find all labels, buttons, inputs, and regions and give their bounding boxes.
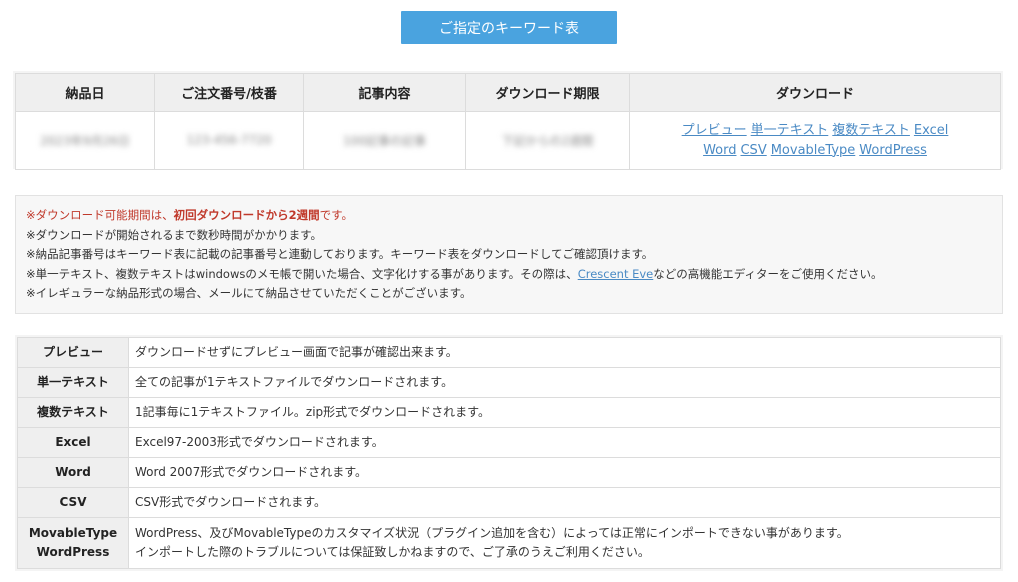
note-text: ※単一テキスト、複数テキストはwindowsのメモ帳で開いた場合、文字化けする事… <box>26 266 578 281</box>
article-content: 100記事の記事 <box>343 134 426 148</box>
format-name-csv: CSV <box>17 487 129 518</box>
format-name-movabletype: MovableType <box>28 526 118 540</box>
download-link-excel[interactable]: Excel <box>914 123 948 138</box>
download-link-wordpress[interactable]: WordPress <box>859 143 927 158</box>
keyword-table-button[interactable]: ご指定のキーワード表 <box>401 11 617 44</box>
format-name-preview: プレビュー <box>17 337 129 368</box>
note-irregular: ※イレギュラーな納品形式の場合、メールにて納品させていただくことがございます。 <box>26 286 472 301</box>
note-article-number: ※納品記事番号はキーワード表に記載の記事番号と連動しております。キーワード表をダ… <box>26 247 654 262</box>
header-content: 記事内容 <box>303 73 466 112</box>
header-download: ダウンロード <box>629 73 1001 112</box>
download-link-csv[interactable]: CSV <box>740 143 766 158</box>
note-text: ※ダウンロード可能期間は、 <box>26 208 174 222</box>
order-number-cell: 123-456-7720 <box>154 111 304 170</box>
format-name-multi-text: 複数テキスト <box>17 397 129 428</box>
table-row: CSV CSV形式でダウンロードされます。 <box>17 487 1001 518</box>
notes-box: ※ダウンロード可能期間は、初回ダウンロードから2週間です。 ※ダウンロードが開始… <box>15 195 1003 314</box>
note-wait: ※ダウンロードが開始されるまで数秒時間がかかります。 <box>26 227 322 242</box>
format-desc-word: Word 2007形式でダウンロードされます。 <box>128 457 1001 488</box>
download-links-cell: プレビュー 単一テキスト 複数テキスト Excel Word CSV MovableTyp… <box>629 111 1001 170</box>
format-table: プレビュー ダウンロードせずにプレビュー画面で記事が確認出来ます。 単一テキスト… <box>17 337 1001 569</box>
order-table-header: 納品日 ご注文番号/枝番 記事内容 ダウンロード期限 ダウンロード <box>15 73 1001 112</box>
header-delivery-date: 納品日 <box>15 73 155 112</box>
download-link-single-text[interactable]: 単一テキスト <box>751 123 829 138</box>
download-link-movabletype[interactable]: MovableType <box>771 143 856 158</box>
table-row: MovableType WordPress WordPress、及びMovabl… <box>17 517 1001 569</box>
content-cell: 100記事の記事 <box>303 111 466 170</box>
table-row: Word Word 2007形式でダウンロードされます。 <box>17 457 1001 488</box>
format-desc-preview: ダウンロードせずにプレビュー画面で記事が確認出来ます。 <box>128 337 1001 368</box>
note-bold: 初回ダウンロードから2週間 <box>173 208 320 222</box>
format-desc-line: インポートした際のトラブルについては保証致しかねますので、ご了承のうえご利用くだ… <box>135 545 650 559</box>
note-encoding: ※単一テキスト、複数テキストはwindowsのメモ帳で開いた場合、文字化けする事… <box>26 265 992 285</box>
deadline-cell: 下記からの2週間 <box>465 111 630 170</box>
format-desc-csv: CSV形式でダウンロードされます。 <box>128 487 1001 518</box>
format-desc-movabletype-wordpress: WordPress、及びMovableTypeのカスタマイズ状況（プラグイン追加… <box>128 517 1001 569</box>
header-order-number: ご注文番号/枝番 <box>154 73 304 112</box>
table-row: 単一テキスト 全ての記事が1テキストファイルでダウンロードされます。 <box>17 367 1001 398</box>
download-link-multi-text[interactable]: 複数テキスト <box>832 123 910 138</box>
crescent-eve-link[interactable]: Crescent Eve <box>578 267 654 281</box>
order-number: 123-456-7720 <box>186 133 272 147</box>
note-download-period: ※ダウンロード可能期間は、初回ダウンロードから2週間です。 <box>26 206 992 226</box>
format-name-word: Word <box>17 457 129 488</box>
table-row: 2023年9月26日 123-456-7720 100記事の記事 下記からの2週… <box>15 111 1001 170</box>
format-name-wordpress: WordPress <box>36 545 110 559</box>
order-table-container: 納品日 ご注文番号/枝番 記事内容 ダウンロード期限 ダウンロード 2023年9… <box>13 71 1003 170</box>
order-table: 納品日 ご注文番号/枝番 記事内容 ダウンロード期限 ダウンロード 2023年9… <box>15 73 1001 170</box>
download-link-word[interactable]: Word <box>703 143 736 158</box>
format-name-movabletype-wordpress: MovableType WordPress <box>17 517 129 569</box>
format-desc-excel: Excel97-2003形式でダウンロードされます。 <box>128 427 1001 458</box>
note-text: などの高機能エディターをご使用ください。 <box>653 266 883 281</box>
download-links: プレビュー 単一テキスト 複数テキスト Excel Word CSV MovableTyp… <box>631 121 999 161</box>
table-row: 複数テキスト 1記事毎に1テキストファイル。zip形式でダウンロードされます。 <box>17 397 1001 428</box>
format-name-single-text: 単一テキスト <box>17 367 129 398</box>
format-desc-multi-text: 1記事毎に1テキストファイル。zip形式でダウンロードされます。 <box>128 397 1001 428</box>
delivery-date: 2023年9月26日 <box>40 134 130 148</box>
download-deadline: 下記からの2週間 <box>501 134 594 148</box>
download-link-preview[interactable]: プレビュー <box>682 123 747 138</box>
table-row: プレビュー ダウンロードせずにプレビュー画面で記事が確認出来ます。 <box>17 337 1001 368</box>
table-row: Excel Excel97-2003形式でダウンロードされます。 <box>17 427 1001 458</box>
header-deadline: ダウンロード期限 <box>465 73 630 112</box>
delivery-date-cell: 2023年9月26日 <box>15 111 155 170</box>
format-desc-single-text: 全ての記事が1テキストファイルでダウンロードされます。 <box>128 367 1001 398</box>
format-name-excel: Excel <box>17 427 129 458</box>
format-desc-line: WordPress、及びMovableTypeのカスタマイズ状況（プラグイン追加… <box>135 526 849 540</box>
note-text: です。 <box>319 208 354 222</box>
format-table-container: プレビュー ダウンロードせずにプレビュー画面で記事が確認出来ます。 単一テキスト… <box>15 335 1003 571</box>
